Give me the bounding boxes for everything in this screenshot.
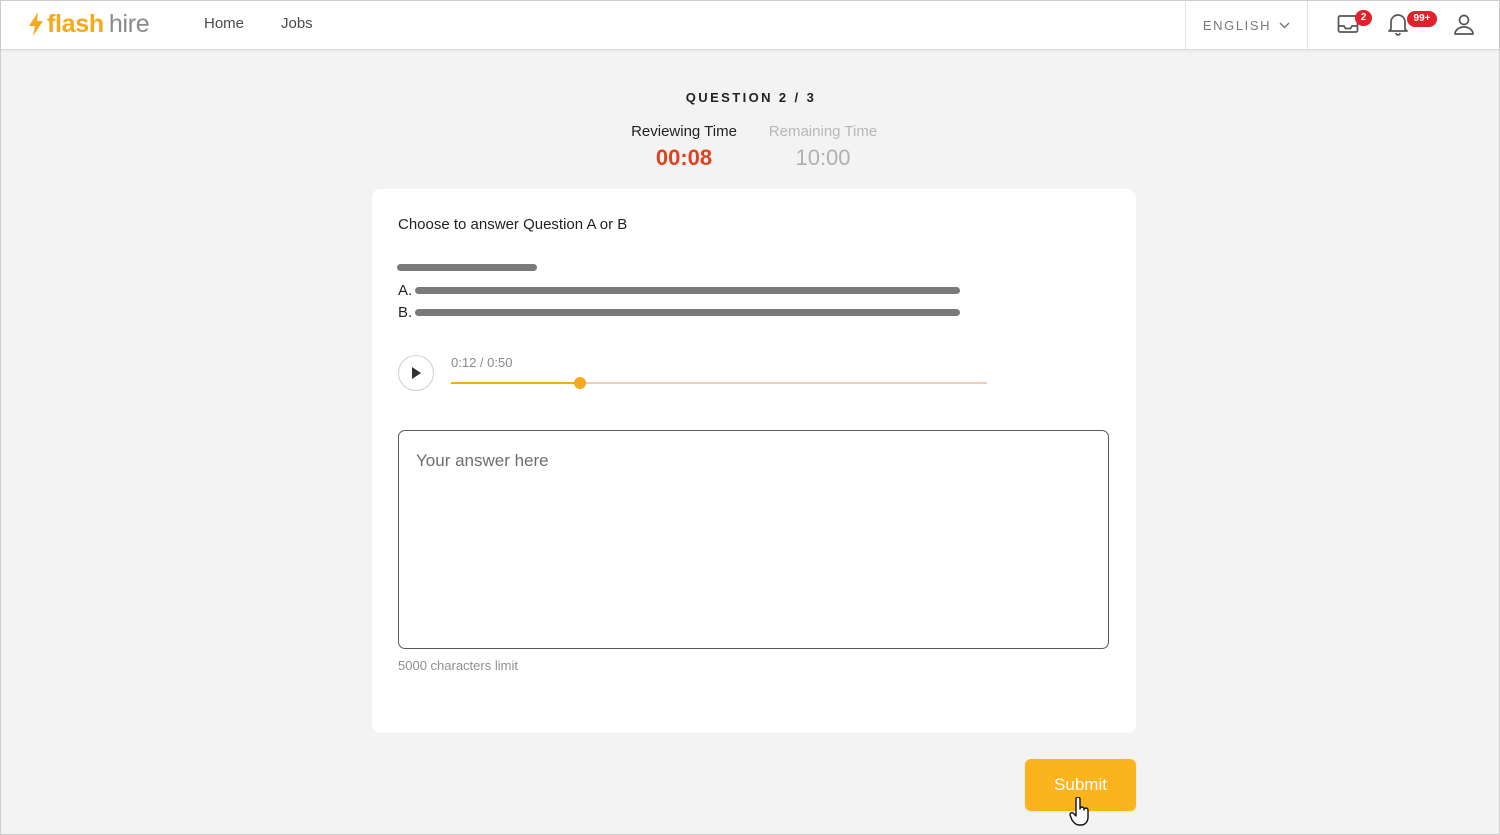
lightning-bolt-icon: [29, 12, 43, 36]
audio-time: 0:12 / 0:50: [451, 355, 513, 370]
redacted-option-b: [415, 309, 960, 316]
user-icon[interactable]: [1453, 13, 1475, 35]
bell-icon[interactable]: [1387, 12, 1409, 36]
notifications-badge: 99+: [1407, 11, 1437, 27]
remaining-time-value: 10:00: [795, 145, 851, 170]
option-b-letter: B.: [398, 304, 413, 321]
question-prompt: Choose to answer Question A or B: [398, 216, 628, 233]
reviewing-time-label: Reviewing Time: [631, 123, 737, 140]
redacted-question-title: [397, 264, 537, 271]
audio-progress-fill: [451, 382, 580, 384]
reviewing-time-value: 00:08: [655, 145, 713, 170]
audio-play-button[interactable]: [398, 355, 434, 391]
remaining-timer: Remaining Time 10:00: [753, 123, 893, 171]
flashhire-logo[interactable]: flash hire: [28, 9, 150, 38]
inbox-badge: 2: [1355, 10, 1372, 26]
redacted-option-a: [415, 287, 960, 294]
audio-progress-handle[interactable]: [573, 377, 586, 389]
question-card: Choose to answer Question A or B A. B. 0…: [372, 189, 1136, 733]
top-navbar: flash hire Home Jobs ENGLISH 2 99+: [1, 1, 1499, 50]
remaining-time-label: Remaining Time: [768, 123, 878, 140]
nav-home-link[interactable]: Home: [204, 15, 244, 32]
character-limit-note: 5000 characters limit: [398, 658, 518, 673]
question-counter: QUESTION 2 / 3: [685, 90, 817, 105]
audio-progress-slider[interactable]: [451, 377, 987, 389]
language-selector[interactable]: ENGLISH: [1185, 1, 1308, 49]
answer-textarea[interactable]: [398, 430, 1109, 649]
submit-button[interactable]: Submit: [1025, 759, 1136, 811]
nav-jobs-link[interactable]: Jobs: [281, 15, 313, 32]
logo-word-hire: hire: [108, 9, 150, 38]
logo-word-flash: flash: [47, 9, 104, 38]
option-a-letter: A.: [398, 282, 413, 299]
play-icon: [412, 367, 421, 379]
reviewing-timer: Reviewing Time 00:08: [613, 123, 755, 171]
language-label: ENGLISH: [1202, 17, 1272, 33]
chevron-down-icon: [1279, 21, 1290, 29]
